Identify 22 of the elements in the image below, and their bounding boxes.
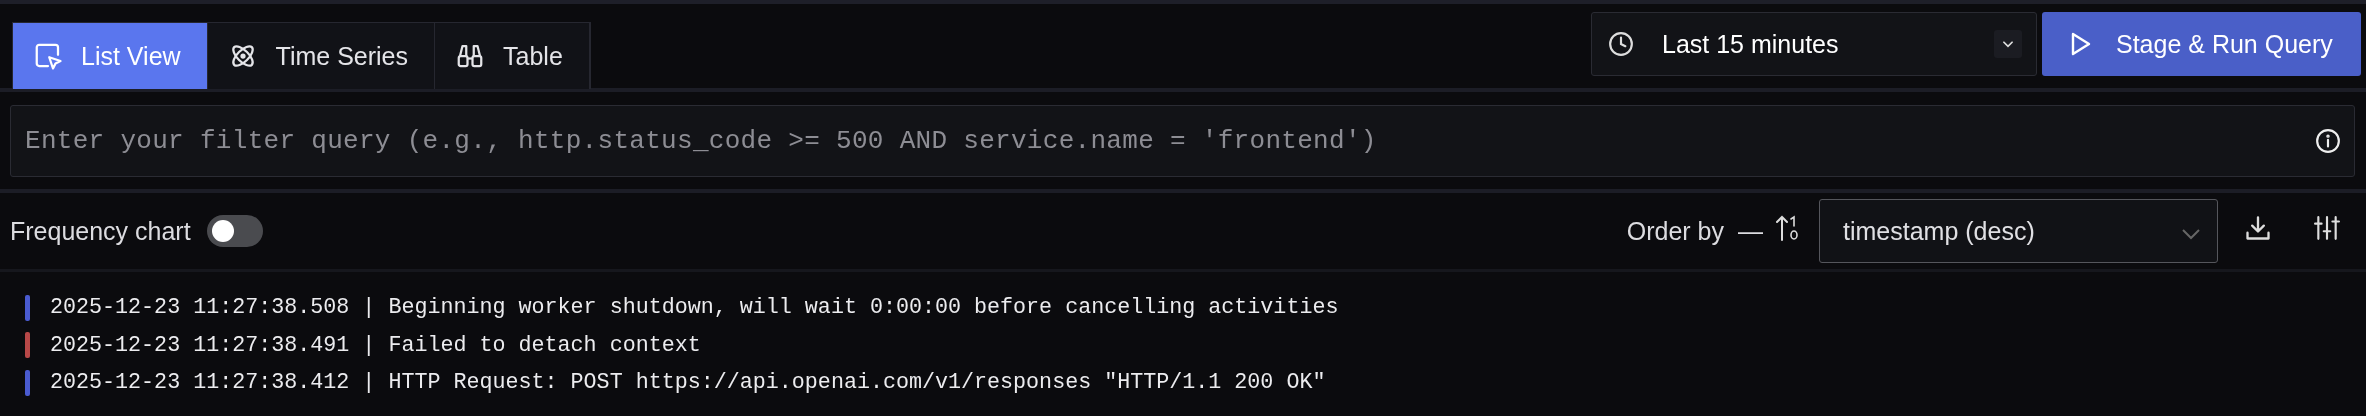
cursor-select-icon — [33, 41, 63, 71]
sort-order-icon[interactable] — [1775, 214, 1801, 242]
order-by-label: Order by — [1626, 216, 1724, 246]
filter-query-field[interactable]: Enter your filter query (e.g., http.status_code >= 500 AND service.name = 'frontend') — [10, 105, 2355, 177]
order-by-select[interactable]: timestamp (desc) — [1819, 199, 2218, 263]
frequency-chart-label: Frequency chart — [10, 216, 191, 246]
run-query-button[interactable]: Stage & Run Query — [2042, 12, 2361, 76]
clock-icon — [1608, 31, 1634, 57]
frequency-chart-toggle[interactable] — [206, 215, 263, 247]
view-tab[interactable]: Time Series — [207, 23, 436, 89]
view-tab[interactable]: List View — [13, 23, 208, 89]
view-tab[interactable]: Table — [435, 23, 590, 89]
info-icon[interactable] — [2315, 128, 2341, 154]
chevron-down-icon — [2181, 227, 2201, 240]
time-range-select[interactable]: Last 15 minutes — [1591, 12, 2037, 76]
log-line[interactable]: 2025-12-23 11:27:38.412 | HTTP Request: POST https://api.openai.com/v1/responses "HTTP/1.1 200 OK" — [50, 370, 1326, 396]
play-icon — [2070, 31, 2092, 57]
dash-separator: — — [1738, 216, 1763, 246]
log-line[interactable]: 2025-12-23 11:27:38.508 | Beginning worker shutdown, will wait 0:00:00 before cancelling activities — [50, 295, 1339, 321]
download-icon[interactable] — [2244, 214, 2272, 242]
sliders-icon[interactable] — [2314, 214, 2340, 242]
log-line[interactable]: 2025-12-23 11:27:38.491 | Failed to detach context — [50, 332, 701, 358]
